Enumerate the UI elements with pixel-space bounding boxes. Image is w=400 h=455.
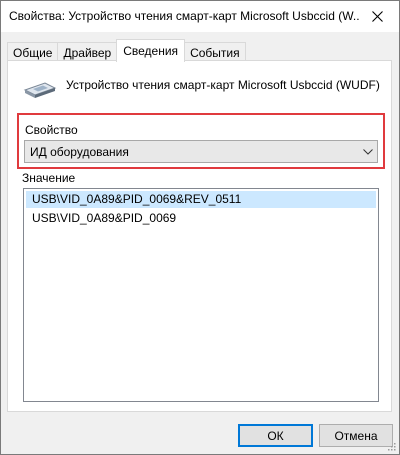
cancel-button[interactable]: Отмена bbox=[319, 424, 393, 447]
close-button[interactable] bbox=[355, 1, 399, 32]
tab-events[interactable]: События bbox=[184, 42, 246, 62]
chevron-down-icon bbox=[359, 148, 377, 155]
properties-dialog: Свойства: Устройство чтения смарт-карт M… bbox=[0, 0, 400, 455]
property-select[interactable]: ИД оборудования bbox=[24, 140, 378, 163]
tab-driver[interactable]: Драйвер bbox=[57, 42, 118, 62]
title-bar: Свойства: Устройство чтения смарт-карт M… bbox=[1, 1, 399, 32]
close-icon bbox=[371, 11, 383, 22]
tab-strip: Общие Драйвер Сведения События bbox=[7, 39, 246, 62]
ok-button[interactable]: ОК bbox=[238, 424, 313, 447]
list-item[interactable]: USB\VID_0A89&PID_0069&REV_0511 bbox=[26, 191, 376, 208]
value-label: Значение bbox=[22, 171, 76, 185]
tab-general[interactable]: Общие bbox=[7, 42, 59, 62]
value-listbox[interactable]: USB\VID_0A89&PID_0069&REV_0511 USB\VID_0… bbox=[23, 188, 379, 402]
resize-grip-icon[interactable] bbox=[386, 441, 396, 451]
list-item[interactable]: USB\VID_0A89&PID_0069 bbox=[26, 210, 376, 227]
window-title: Свойства: Устройство чтения смарт-карт M… bbox=[9, 9, 359, 23]
device-name: Устройство чтения смарт-карт Microsoft U… bbox=[66, 78, 380, 92]
details-panel: Устройство чтения смарт-карт Microsoft U… bbox=[7, 60, 392, 412]
tab-details[interactable]: Сведения bbox=[116, 39, 186, 62]
smartcard-reader-icon bbox=[23, 82, 57, 98]
property-select-value: ИД оборудования bbox=[30, 144, 129, 159]
property-highlight: Свойство ИД оборудования bbox=[17, 113, 385, 169]
property-label: Свойство bbox=[25, 123, 78, 137]
